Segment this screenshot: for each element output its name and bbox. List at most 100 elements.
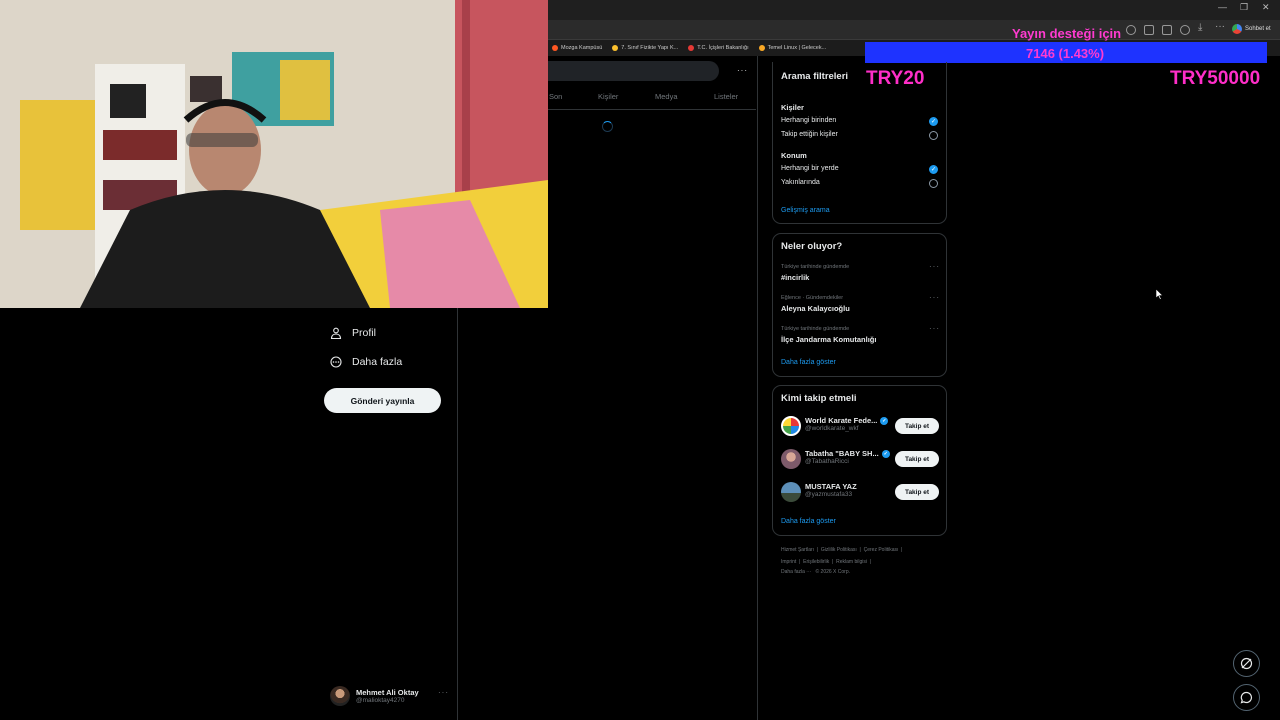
- webcam-scene: [0, 0, 548, 308]
- radio-following[interactable]: [929, 131, 938, 140]
- search-filters-card: [772, 62, 947, 224]
- extensions-icon[interactable]: [1180, 25, 1190, 35]
- trend-name[interactable]: Aleyna Kalaycıoğlu: [781, 304, 850, 313]
- trend-more-icon[interactable]: ···: [929, 293, 940, 302]
- tab-media[interactable]: Medya: [655, 92, 678, 101]
- footer-link[interactable]: Reklam bilgisi: [836, 559, 867, 565]
- trend-meta: Türkiye tarihinde gündemde: [781, 326, 850, 332]
- nav-more[interactable]: Daha fazla: [330, 356, 402, 368]
- avatar[interactable]: [781, 449, 801, 469]
- radio-anyone-checked[interactable]: ✓: [929, 117, 938, 126]
- follow-handle: @TabathaRicci: [805, 458, 849, 465]
- chat-button[interactable]: Sohbet et: [1232, 24, 1271, 34]
- follow-suggestion[interactable]: MUSTAFA YAZ @yazmustafa33: [805, 482, 857, 498]
- trends-show-more-link[interactable]: Daha fazla göster: [781, 359, 836, 366]
- follow-suggestion[interactable]: World Karate Fede... ✓ @worldkarate_wkf: [805, 416, 889, 432]
- footer-link[interactable]: Gizlilik Politikası: [821, 547, 857, 553]
- tab-lists[interactable]: Listeler: [714, 92, 738, 101]
- location-heading: Konum: [781, 151, 807, 160]
- donation-amount: 7146 (1.43%): [1026, 46, 1105, 61]
- footer-copyright: © 2026 X Corp.: [815, 569, 851, 575]
- loading-spinner-icon: [602, 121, 613, 132]
- footer-link[interactable]: Imprint: [781, 559, 796, 565]
- bookmark-item[interactable]: Temel Linux | Gelecek...: [758, 45, 826, 51]
- radio-anywhere-checked[interactable]: ✓: [929, 165, 938, 174]
- follow-button[interactable]: Takip et: [895, 418, 939, 434]
- mouse-cursor-icon: [1156, 289, 1164, 300]
- account-more-icon[interactable]: ···: [438, 688, 449, 697]
- tab-latest[interactable]: Son: [549, 92, 562, 101]
- who-to-follow-title: Kimi takip etmeli: [781, 393, 857, 404]
- minimize-icon[interactable]: —: [1218, 2, 1227, 12]
- follow-show-more-link[interactable]: Daha fazla göster: [781, 518, 836, 525]
- chat-label: Sohbet et: [1245, 26, 1271, 32]
- bookmark-favicon-icon: [612, 45, 619, 51]
- tabs-divider: [548, 109, 756, 110]
- footer-link[interactable]: Hizmet Şartları: [781, 547, 814, 553]
- follow-name: World Karate Fede...: [805, 416, 878, 425]
- trends-title: Neler oluyor?: [781, 241, 843, 252]
- donation-goal-max: TRY50000: [1170, 68, 1261, 89]
- people-heading: Kişiler: [781, 103, 804, 112]
- verified-badge-icon: ✓: [881, 449, 890, 458]
- filter-option-following[interactable]: Takip ettiğin kişiler: [781, 131, 838, 138]
- trend-name[interactable]: #incirlik: [781, 273, 809, 282]
- follow-handle: @yazmustafa33: [805, 491, 853, 498]
- trend-meta: Türkiye tarihinde gündemde: [781, 264, 850, 270]
- post-button[interactable]: Gönderi yayınla: [324, 388, 441, 413]
- nav-profile-label: Profil: [352, 327, 376, 339]
- footer-line: Imprint | Erişilebilirlik | Reklam bilgi…: [781, 559, 872, 565]
- downloads-icon[interactable]: ⤓: [1198, 22, 1202, 33]
- footer-line: Hizmet Şartları | Gizlilik Politikası | …: [781, 547, 903, 553]
- avatar: [330, 686, 350, 706]
- avatar[interactable]: [781, 416, 801, 436]
- account-name: Mehmet Ali Oktay: [356, 688, 419, 697]
- avatar[interactable]: [781, 482, 801, 502]
- bookmark-item[interactable]: Mozga Kampüsü: [552, 45, 602, 51]
- filter-option-nearby[interactable]: Yakınlarında: [781, 179, 820, 186]
- trend-name[interactable]: İlçe Jandarma Komutanlığı: [781, 335, 876, 344]
- footer-more-link[interactable]: Daha fazla ···: [781, 569, 811, 575]
- trend-meta: Eğlence · Gündemdekiler: [781, 295, 844, 301]
- account-switcher[interactable]: Mehmet Ali Oktay @malioktay4270: [330, 684, 450, 708]
- follow-button[interactable]: Takip et: [895, 451, 939, 467]
- follow-suggestion[interactable]: Tabatha "BABY SH... ✓ @TabathaRicci: [805, 449, 890, 465]
- tab-people[interactable]: Kişiler: [598, 92, 618, 101]
- filters-title: Arama filtreleri: [781, 71, 849, 82]
- radio-nearby[interactable]: [929, 179, 938, 188]
- trend-more-icon[interactable]: ···: [929, 262, 940, 271]
- donation-title: Yayın desteği için: [1012, 26, 1122, 41]
- search-more-icon[interactable]: ···: [737, 66, 748, 75]
- nav-more-label: Daha fazla: [352, 356, 403, 368]
- collections-icon[interactable]: [1162, 25, 1172, 35]
- advanced-search-link[interactable]: Gelişmiş arama: [781, 207, 830, 214]
- messages-button[interactable]: [1233, 684, 1260, 711]
- filter-option-anywhere[interactable]: Herhangi bir yerde: [781, 165, 839, 172]
- trend-more-icon[interactable]: ···: [929, 324, 940, 333]
- footer-line: Daha fazla ··· © 2026 X Corp.: [781, 569, 850, 575]
- nav-profile[interactable]: Profil: [330, 327, 376, 339]
- account-handle: @malioktay4270: [356, 697, 405, 704]
- verified-badge-icon: ✓: [880, 416, 889, 425]
- copilot-icon: [1232, 24, 1242, 34]
- follow-button[interactable]: Takip et: [895, 484, 939, 500]
- grok-button[interactable]: [1233, 650, 1260, 677]
- profile-icon: [330, 327, 342, 339]
- footer-link[interactable]: Erişilebilirlik: [803, 559, 829, 565]
- bookmark-favicon-icon: [688, 45, 695, 51]
- follow-name: MUSTAFA YAZ: [805, 482, 857, 491]
- follow-name: Tabatha "BABY SH...: [805, 449, 879, 458]
- follow-handle: @worldkarate_wkf: [805, 425, 859, 432]
- search-input[interactable]: [548, 61, 719, 81]
- footer-link[interactable]: Çerez Politikası: [864, 547, 899, 553]
- filter-option-anyone[interactable]: Herhangi birinden: [781, 117, 836, 124]
- more-menu-icon[interactable]: ···: [1215, 21, 1225, 32]
- close-window-icon[interactable]: ✕: [1262, 2, 1270, 13]
- bookmark-item[interactable]: T.C. İçişleri Bakanlığı: [688, 45, 749, 51]
- history-icon[interactable]: [1126, 25, 1136, 35]
- maximize-icon[interactable]: ❐: [1240, 2, 1248, 13]
- tab-actions-icon[interactable]: [1144, 25, 1154, 35]
- grok-icon: [1240, 657, 1253, 670]
- bookmark-item[interactable]: 7. Sınıf Fizikte Yapı K...: [612, 45, 678, 51]
- more-circle-icon: [330, 356, 342, 368]
